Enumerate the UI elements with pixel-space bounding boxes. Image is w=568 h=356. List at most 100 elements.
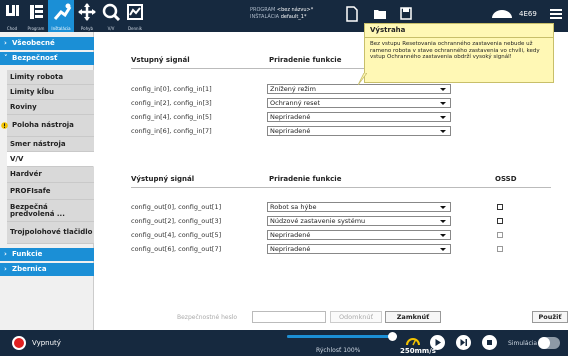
sidebar-category-general[interactable]: › Všeobecné	[0, 37, 94, 50]
toggle-knob	[538, 337, 550, 349]
input-function-select[interactable]: Nepriradené	[267, 126, 451, 136]
ossd-checkbox[interactable]	[497, 204, 503, 210]
output-function-select[interactable]: Núdzové zastavenie systému	[267, 216, 451, 226]
output-signal-cell: config_out[6], config_out[7]	[131, 245, 222, 253]
power-status: Vypnutý	[32, 339, 61, 347]
ossd-header: OSSD	[495, 175, 517, 183]
installation-name: default_1*	[280, 14, 307, 20]
dropdown-arrow-icon	[440, 206, 446, 209]
input-signal-cell: config_in[6], config_in[7]	[131, 127, 212, 135]
input-signal-cell: config_in[4], config_in[5]	[131, 113, 212, 121]
sidebar-category-features[interactable]: › Funkcie	[0, 248, 94, 261]
ossd-checkbox[interactable]	[497, 246, 503, 252]
safety-password-label: Bezpečnostné heslo	[177, 314, 238, 321]
select-value: Nepriradené	[270, 127, 311, 135]
nav-move[interactable]: Pohyb	[76, 0, 98, 32]
input-signal-cell: config_in[0], config_in[1]	[131, 85, 212, 93]
dropdown-arrow-icon	[440, 234, 446, 237]
output-function-header: Priradenie funkcie	[269, 175, 342, 183]
ossd-checkbox[interactable]	[497, 218, 503, 224]
sidebar-item-label: Trojpolohové tlačidlo	[10, 228, 93, 236]
speed-slider[interactable]	[287, 332, 397, 341]
nav-io[interactable]: V/V	[100, 0, 122, 32]
nav-run[interactable]: Chod	[0, 0, 24, 32]
sidebar-item-label: Roviny	[10, 102, 37, 111]
speed-slider-knob[interactable]	[388, 332, 397, 341]
sidebar-category-fieldbus[interactable]: › Zbernica	[0, 263, 94, 276]
sidebar-category-label: Funkcie	[12, 250, 43, 258]
installation-icon	[53, 3, 72, 20]
dropdown-arrow-icon	[440, 220, 446, 223]
sidebar-item-joint-limits[interactable]: Limity kĺbu	[7, 85, 94, 100]
dropdown-arrow-icon	[440, 116, 446, 119]
sidebar-item-label: Limity robota	[10, 72, 64, 81]
bottom-bar: Vypnutý Rýchlosť 100% 250mm/s Simulácia	[0, 330, 568, 356]
tooltip-pointer	[358, 73, 367, 85]
sidebar-item-profisafe[interactable]: PROFIsafe	[7, 183, 94, 200]
input-function-select[interactable]: Nepriradené	[267, 112, 451, 122]
speed-gauge-icon	[492, 10, 512, 18]
sidebar: › Všeobecné ˅ Bezpečnosť Limity robota Lim…	[0, 32, 94, 330]
sidebar-category-label: Zbernica	[12, 265, 47, 273]
new-file-icon[interactable]	[346, 6, 358, 22]
simulation-toggle[interactable]	[538, 337, 560, 349]
program-label: PROGRAM	[250, 7, 276, 13]
input-signal-header: Vstupný signál	[131, 56, 190, 64]
open-folder-icon[interactable]	[373, 8, 387, 20]
apply-button[interactable]: Použiť	[532, 311, 568, 323]
ur-logo-icon	[6, 5, 19, 16]
nav-run-label: Chod	[6, 26, 18, 31]
tooltip-title: Výstraha	[370, 26, 406, 34]
chevron-right-icon: ›	[4, 265, 7, 273]
sidebar-item-hardware[interactable]: Hardvér	[7, 167, 94, 183]
sidebar-item-tool-position[interactable]: Poloha nástroja	[1, 115, 94, 137]
output-function-select[interactable]: Nepriradené	[267, 244, 451, 254]
input-function-select[interactable]: Znížený režim	[267, 84, 451, 94]
nav-installation[interactable]: Inštalácia	[48, 0, 74, 32]
stop-icon	[487, 340, 492, 345]
unlock-button[interactable]: Odomknúť	[330, 311, 382, 323]
select-value: Nepriradené	[270, 113, 311, 121]
output-function-select[interactable]: Nepriradené	[267, 230, 451, 240]
nav-log-label: Denník	[127, 26, 143, 31]
io-icon	[102, 3, 121, 22]
play-button[interactable]	[430, 335, 445, 350]
nav-log[interactable]: Denník	[124, 0, 146, 32]
warning-icon	[1, 122, 8, 129]
step-button[interactable]	[456, 335, 471, 350]
hamburger-menu-icon[interactable]	[550, 8, 562, 20]
sidebar-item-tool-direction[interactable]: Smer nástroja	[7, 137, 94, 152]
chevron-right-icon: ›	[4, 250, 7, 258]
sidebar-item-robot-limits[interactable]: Limity robota	[7, 70, 94, 85]
dropdown-arrow-icon	[440, 102, 446, 105]
output-signal-cell: config_out[4], config_out[5]	[131, 231, 222, 239]
lock-button[interactable]: Zamknúť	[385, 311, 441, 323]
nav-installation-label: Inštalácia	[51, 26, 71, 31]
power-button[interactable]	[12, 336, 26, 350]
input-signal-cell: config_in[2], config_in[3]	[131, 99, 212, 107]
chevron-right-icon: ›	[4, 39, 7, 47]
log-icon	[127, 4, 143, 20]
nav-program[interactable]: Program	[24, 0, 48, 32]
ossd-checkbox[interactable]	[497, 232, 503, 238]
program-icon	[30, 5, 43, 19]
sidebar-item-io[interactable]: V/V	[7, 152, 94, 167]
move-icon	[78, 3, 96, 21]
safety-password-input[interactable]	[252, 311, 326, 323]
save-icon[interactable]	[400, 7, 412, 20]
stop-button[interactable]	[482, 335, 497, 350]
output-function-select[interactable]: Robot sa hýbe	[267, 202, 451, 212]
input-function-header: Priradenie funkcie	[269, 56, 342, 64]
nav-program-label: Program	[27, 26, 45, 31]
sidebar-item-planes[interactable]: Roviny	[7, 100, 94, 115]
sidebar-item-label: Smer nástroja	[10, 139, 66, 148]
select-value: Núdzové zastavenie systému	[270, 217, 366, 225]
select-value: Ochranný reset	[270, 99, 321, 107]
sidebar-item-safe-home[interactable]: Bezpečná predvolená ...	[7, 200, 94, 222]
sidebar-category-safety[interactable]: ˅ Bezpečnosť	[0, 52, 94, 65]
output-signal-header: Výstupný signál	[131, 175, 195, 183]
input-function-select[interactable]: Ochranný reset	[267, 98, 451, 108]
play-icon	[435, 339, 441, 346]
output-signal-cell: config_out[0], config_out[1]	[131, 203, 222, 211]
sidebar-item-three-position-switch[interactable]: Trojpolohové tlačidlo	[7, 222, 94, 244]
